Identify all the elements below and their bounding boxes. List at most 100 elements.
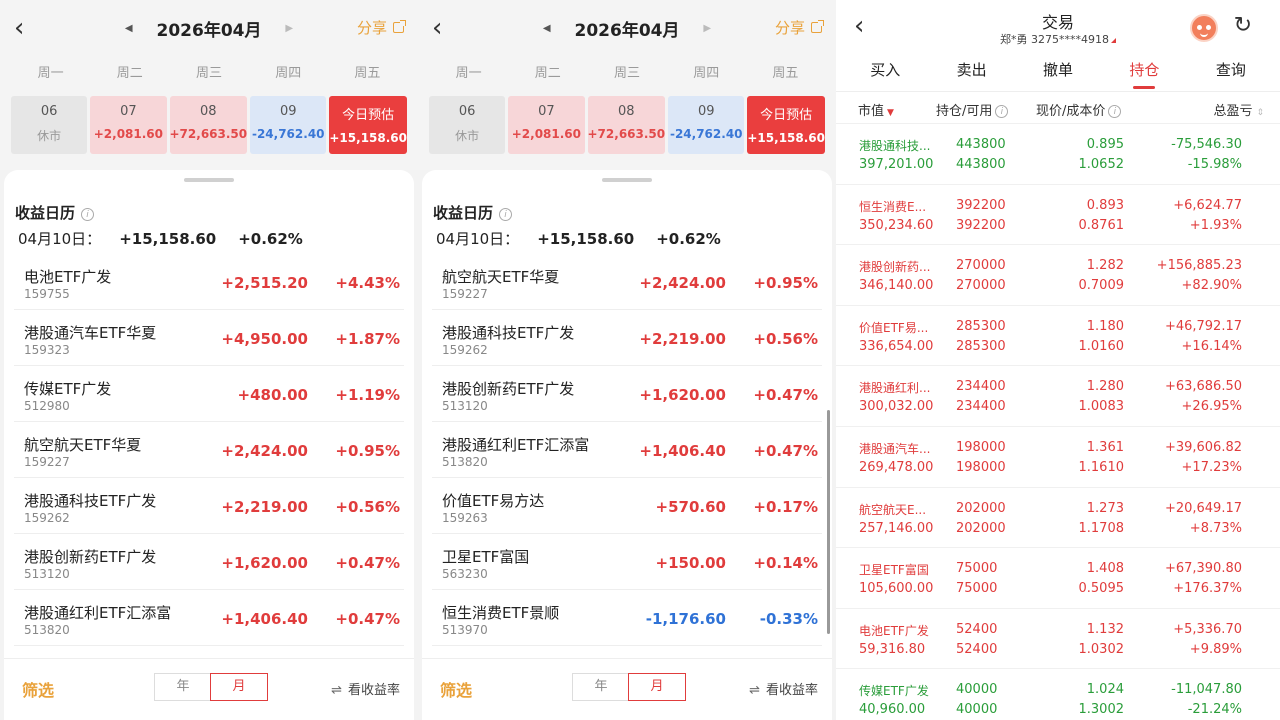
avatar[interactable] xyxy=(1190,14,1218,42)
profit-pct: +0.56% xyxy=(753,330,818,348)
total-pl-pct: +8.73% xyxy=(1189,520,1242,536)
next-month-icon[interactable]: ▶ xyxy=(285,23,293,34)
table-row[interactable]: 航空航天E... 257,146.00 202000 202000 1.273 1.170… xyxy=(836,488,1280,549)
day-cell[interactable]: 09 -24,762.40 xyxy=(668,96,745,154)
list-item[interactable]: 电池ETF广发 159755 +2,515.20 +4.43% xyxy=(14,254,404,310)
day-cell[interactable]: 08 +72,663.50 xyxy=(169,96,248,154)
total-pl: -75,546.30 xyxy=(1171,137,1242,152)
table-row[interactable]: 港股通红利... 300,032.00 234400 234400 1.280 1.008… xyxy=(836,366,1280,427)
list-item[interactable]: 卫星ETF富国 563230 +150.00 +0.14% xyxy=(432,534,822,590)
prev-month-icon[interactable]: ◀ xyxy=(125,23,133,34)
summary-amount: +15,158.60 xyxy=(537,230,635,248)
profit-pct: +4.43% xyxy=(335,274,400,292)
list-item[interactable]: 港股创新药ETF广发 513120 +1,620.00 +0.47% xyxy=(14,534,404,590)
market-value: 300,032.00 xyxy=(859,399,934,415)
table-row[interactable]: 价值ETF易... 336,654.00 285300 285300 1.180 1.01… xyxy=(836,306,1280,367)
day-cell[interactable]: 06 休市 xyxy=(429,96,506,154)
day-cell[interactable]: 07 +2,081.60 xyxy=(508,96,585,154)
table-row[interactable]: 电池ETF广发 59,316.80 52400 52400 1.132 1.0302 +5,… xyxy=(836,609,1280,670)
cost-price: 1.3002 xyxy=(1078,702,1125,718)
table-row[interactable]: 恒生消费E... 350,234.60 392200 392200 0.893 0.876… xyxy=(836,185,1280,246)
day-date: 今日预估 xyxy=(342,108,395,123)
share-label: 分享 xyxy=(356,19,387,37)
summary-pct: +0.62% xyxy=(656,230,721,248)
list-item[interactable]: 港股通红利ETF汇添富 513820 +1,406.40 +0.47% xyxy=(14,590,404,646)
share-button[interactable]: 分享 xyxy=(356,17,406,38)
profit-amount: +2,424.00 xyxy=(639,274,726,292)
weekday-label: 周二 xyxy=(534,66,561,81)
list-item[interactable]: 港股通红利ETF汇添富 513820 +1,406.40 +0.47% xyxy=(432,422,822,478)
day-cell[interactable]: 今日预估 +15,158.60 xyxy=(329,96,407,154)
profit-pct: +0.14% xyxy=(753,554,818,572)
tab-sell[interactable]: 卖出 xyxy=(928,50,1014,91)
info-icon[interactable]: i xyxy=(499,208,513,221)
view-rate-button[interactable]: ⇌ 看收益率 xyxy=(749,679,818,698)
drag-handle[interactable] xyxy=(602,178,652,182)
share-button[interactable]: 分享 xyxy=(775,17,824,38)
view-rate-button[interactable]: ⇌ 看收益率 xyxy=(331,679,400,698)
list-item[interactable]: 价值ETF易方达 159263 +570.60 +0.17% xyxy=(432,478,822,534)
month-option[interactable]: 月 xyxy=(210,673,268,701)
position-qty: 40000 xyxy=(956,682,998,698)
header-position[interactable]: 持仓/可用 i xyxy=(936,100,1009,119)
available-qty: 52400 xyxy=(956,641,998,657)
list-item[interactable]: 航空航天ETF华夏 159227 +2,424.00 +0.95% xyxy=(14,422,404,478)
filter-button[interactable]: 筛选 xyxy=(440,677,472,701)
month-label: 2026年04月 xyxy=(574,21,680,41)
table-row[interactable]: 传媒ETF广发 40,960.00 40000 40000 1.024 1.3002 -11… xyxy=(836,669,1280,720)
month-option[interactable]: 月 xyxy=(628,673,686,701)
list-item[interactable]: 航空航天ETF华夏 159227 +2,424.00 +0.95% xyxy=(432,254,822,310)
tab-positions[interactable]: 持仓 xyxy=(1101,50,1187,91)
next-month-icon[interactable]: ▶ xyxy=(703,23,711,34)
info-icon[interactable]: i xyxy=(1108,105,1122,118)
top-bar: ‹ ◀ 2026年04月 ▶ 分享 xyxy=(418,0,836,58)
day-cell[interactable]: 08 +72,663.50 xyxy=(587,96,666,154)
day-cell[interactable]: 06 休市 xyxy=(11,96,88,154)
header-market-value[interactable]: 市值 ▼ xyxy=(858,100,894,119)
table-row[interactable]: 港股通科技... 397,201.00 443800 443800 0.895 1.065… xyxy=(836,124,1280,185)
list-item[interactable]: 港股通汽车ETF华夏 159323 +4,950.00 +1.87% xyxy=(14,310,404,366)
header-total-pl[interactable]: 总盈亏 ⇕ xyxy=(1213,100,1264,119)
profit-amount: +1,406.40 xyxy=(639,442,726,460)
refresh-icon[interactable]: ↻ xyxy=(1234,14,1252,38)
view-rate-label: 看收益率 xyxy=(347,683,400,698)
tab-query[interactable]: 查询 xyxy=(1188,50,1274,91)
prev-month-icon[interactable]: ◀ xyxy=(543,23,551,34)
list-item[interactable]: 恒生消费ETF景顺 513970 -1,176.60 -0.33% xyxy=(432,590,822,646)
info-icon[interactable]: i xyxy=(995,105,1009,118)
info-icon[interactable]: i xyxy=(81,208,95,221)
day-cell[interactable]: 07 +2,081.60 xyxy=(90,96,167,154)
year-option[interactable]: 年 xyxy=(155,674,211,700)
scrollbar[interactable] xyxy=(827,410,830,634)
profit-amount: +570.60 xyxy=(655,498,726,516)
list-item[interactable]: 港股通科技ETF广发 159262 +2,219.00 +0.56% xyxy=(432,310,822,366)
market-value: 257,146.00 xyxy=(859,520,934,536)
table-row[interactable]: 卫星ETF富国 105,600.00 75000 75000 1.408 0.5095 +6… xyxy=(836,548,1280,609)
market-value: 350,234.60 xyxy=(859,217,934,233)
market-value: 59,316.80 xyxy=(859,641,926,657)
list-item[interactable]: 传媒ETF广发 512980 +480.00 +1.19% xyxy=(14,366,404,422)
day-value: -24,762.40 xyxy=(251,127,325,141)
table-row[interactable]: 港股通汽车... 269,478.00 198000 198000 1.361 1.161… xyxy=(836,427,1280,488)
fund-code: 159262 xyxy=(442,343,488,357)
tab-cancel[interactable]: 撤单 xyxy=(1015,50,1101,91)
available-qty: 270000 xyxy=(956,278,1006,294)
day-date: 06 xyxy=(40,104,58,119)
year-option[interactable]: 年 xyxy=(573,674,629,700)
current-price: 1.282 xyxy=(1086,258,1124,274)
current-price: 1.280 xyxy=(1086,379,1124,395)
cost-price: 1.0160 xyxy=(1078,338,1125,354)
list-item[interactable]: 港股通科技ETF广发 159262 +2,219.00 +0.56% xyxy=(14,478,404,534)
filter-button[interactable]: 筛选 xyxy=(22,677,54,701)
day-cell[interactable]: 今日预估 +15,158.60 xyxy=(747,96,825,154)
header-price-cost[interactable]: 现价/成本价 i xyxy=(1036,100,1122,119)
day-cell[interactable]: 09 -24,762.40 xyxy=(250,96,327,154)
table-row[interactable]: 港股创新药... 346,140.00 270000 270000 1.282 0.700… xyxy=(836,245,1280,306)
tab-buy[interactable]: 买入 xyxy=(842,50,928,91)
drag-handle[interactable] xyxy=(184,178,234,182)
list-item[interactable]: 港股创新药ETF广发 513120 +1,620.00 +0.47% xyxy=(432,366,822,422)
market-value: 105,600.00 xyxy=(859,581,934,597)
weekday-label: 周四 xyxy=(275,66,302,81)
month-label: 2026年04月 xyxy=(156,21,262,41)
fund-code: 513820 xyxy=(24,623,70,637)
